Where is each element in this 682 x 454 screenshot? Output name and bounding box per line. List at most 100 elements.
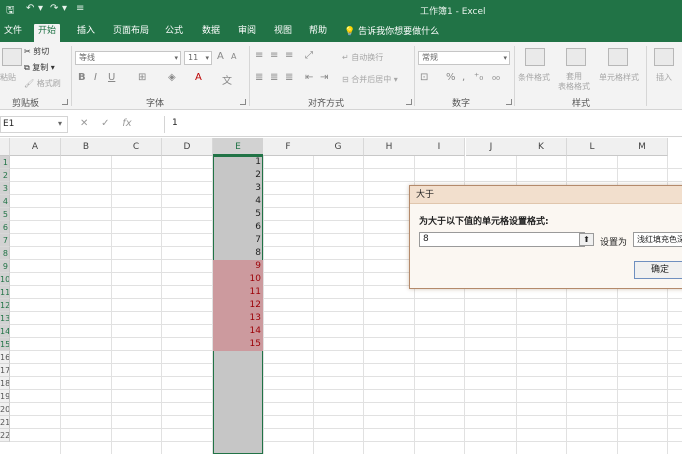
cell[interactable]: 2 — [213, 169, 263, 182]
cell-styles-button[interactable]: 单元格样式 — [599, 72, 639, 83]
row-header[interactable]: 1 — [0, 156, 10, 169]
number-launcher-icon[interactable] — [506, 99, 512, 105]
format-as-table-button[interactable]: 套用 表格格式 — [558, 72, 590, 92]
percent-icon[interactable]: % — [446, 72, 456, 83]
row-header[interactable]: 12 — [0, 299, 10, 312]
italic-icon[interactable]: I — [94, 72, 97, 83]
decrease-indent-icon[interactable]: ⇤ — [305, 72, 313, 83]
row-header[interactable]: 4 — [0, 195, 10, 208]
tab-help[interactable]: 帮助 — [305, 24, 331, 42]
tab-insert[interactable]: 插入 — [73, 24, 99, 42]
threshold-input[interactable]: 8 — [419, 232, 585, 247]
column-header-e[interactable]: E — [213, 138, 264, 156]
column-header-h[interactable]: H — [364, 138, 415, 156]
cell[interactable]: 1 — [213, 156, 263, 169]
align-left-icon[interactable]: ≣ — [255, 72, 263, 83]
cell-highlighted[interactable]: 9 — [213, 260, 263, 273]
cell-highlighted[interactable]: 14 — [213, 325, 263, 338]
row-header[interactable]: 17 — [0, 364, 10, 377]
row-header[interactable]: 15 — [0, 338, 10, 351]
increase-decimal-icon[interactable]: ⁺₀ — [474, 72, 483, 83]
column-header-d[interactable]: D — [162, 138, 213, 156]
align-right-icon[interactable]: ≣ — [285, 72, 293, 83]
column-header-i[interactable]: I — [414, 138, 465, 156]
save-icon[interactable]: 🖫 — [6, 3, 15, 20]
orientation-icon[interactable]: ⤢ — [305, 50, 313, 61]
row-header[interactable]: 5 — [0, 208, 10, 221]
align-middle-icon[interactable]: ≡ — [270, 50, 278, 61]
tab-data[interactable]: 数据 — [198, 24, 224, 42]
column-header-k[interactable]: K — [516, 138, 567, 156]
column-header-f[interactable]: F — [263, 138, 314, 156]
bold-icon[interactable]: B — [78, 72, 86, 83]
column-header-j[interactable]: J — [466, 138, 517, 156]
row-header[interactable]: 7 — [0, 234, 10, 247]
paste-icon[interactable] — [2, 48, 22, 66]
cell[interactable]: 3 — [213, 182, 263, 195]
redo-dropdown-icon[interactable]: ▾ — [62, 3, 67, 14]
increase-indent-icon[interactable]: ⇥ — [320, 72, 328, 83]
row-header[interactable]: 14 — [0, 325, 10, 338]
align-top-icon[interactable]: ≡ — [255, 50, 263, 61]
cut-button[interactable]: ✂ 剪切 — [24, 46, 49, 57]
row-header[interactable]: 3 — [0, 182, 10, 195]
formula-input[interactable]: 1 — [172, 118, 178, 128]
undo-icon[interactable]: ↶ — [26, 3, 34, 14]
row-header[interactable]: 21 — [0, 416, 10, 429]
tab-file[interactable]: 文件 — [0, 24, 26, 42]
cell-highlighted[interactable]: 12 — [213, 299, 263, 312]
comma-style-icon[interactable]: , — [462, 72, 465, 83]
number-format-select[interactable]: 常规 ▾ — [418, 51, 510, 65]
cell-highlighted[interactable]: 13 — [213, 312, 263, 325]
wrap-text-button[interactable]: ↵ 自动换行 — [342, 52, 383, 63]
enter-icon[interactable]: ✓ — [101, 118, 109, 129]
font-size-select[interactable]: 11 ▾ — [184, 51, 212, 65]
row-header[interactable]: 10 — [0, 273, 10, 286]
collapse-dialog-icon[interactable]: ⬆ — [579, 233, 594, 246]
undo-dropdown-icon[interactable]: ▾ — [38, 3, 43, 14]
font-name-select[interactable]: 等线 ▾ — [75, 51, 181, 65]
borders-icon[interactable]: ⊞ — [138, 72, 146, 83]
phonetic-icon[interactable]: 文 — [222, 72, 232, 87]
insert-function-icon[interactable]: fx — [122, 118, 131, 129]
row-header[interactable]: 20 — [0, 403, 10, 416]
column-header-c[interactable]: C — [111, 138, 162, 156]
tab-home[interactable]: 开始 — [34, 24, 61, 42]
tab-page-layout[interactable]: 页面布局 — [109, 24, 153, 42]
select-all-corner[interactable] — [0, 138, 10, 156]
font-color-icon[interactable]: A — [195, 72, 202, 83]
column-header-g[interactable]: G — [313, 138, 364, 156]
row-header[interactable]: 2 — [0, 169, 10, 182]
currency-icon[interactable]: ⊡ — [420, 72, 428, 83]
customize-quick-access-icon[interactable]: ≡ — [76, 3, 84, 14]
increase-font-icon[interactable]: A — [217, 51, 224, 62]
cell[interactable]: 7 — [213, 234, 263, 247]
row-header[interactable]: 18 — [0, 377, 10, 390]
tab-view[interactable]: 视图 — [270, 24, 296, 42]
cell-highlighted[interactable]: 15 — [213, 338, 263, 351]
underline-icon[interactable]: U — [108, 72, 115, 83]
cell[interactable]: 5 — [213, 208, 263, 221]
row-header[interactable]: 16 — [0, 351, 10, 364]
name-box-dropdown-icon[interactable]: ▾ — [58, 119, 62, 128]
cell-styles-icon[interactable] — [608, 48, 628, 66]
merge-center-button[interactable]: ⊟ 合并后居中 ▾ — [342, 74, 398, 85]
conditional-formatting-button[interactable]: 条件格式 — [518, 72, 550, 83]
cell-highlighted[interactable]: 11 — [213, 286, 263, 299]
tab-formulas[interactable]: 公式 — [161, 24, 187, 42]
decrease-decimal-icon[interactable]: ₀₀ — [492, 72, 500, 83]
tab-review[interactable]: 审阅 — [234, 24, 260, 42]
row-header[interactable]: 22 — [0, 429, 10, 442]
row-header[interactable]: 19 — [0, 390, 10, 403]
cell-highlighted[interactable]: 10 — [213, 273, 263, 286]
conditional-formatting-icon[interactable] — [525, 48, 545, 66]
decrease-font-icon[interactable]: A — [231, 52, 236, 61]
row-header[interactable]: 9 — [0, 260, 10, 273]
fill-color-icon[interactable]: ◈ — [168, 72, 176, 83]
tell-me-search[interactable]: 💡 告诉我你想要做什么 — [344, 24, 439, 37]
column-header-b[interactable]: B — [61, 138, 112, 156]
row-header[interactable]: 11 — [0, 286, 10, 299]
insert-cells-button[interactable]: 插入 — [656, 72, 672, 83]
copy-button[interactable]: ⧉ 复制 ▾ — [24, 62, 55, 73]
ok-button[interactable]: 确定 — [634, 261, 682, 279]
